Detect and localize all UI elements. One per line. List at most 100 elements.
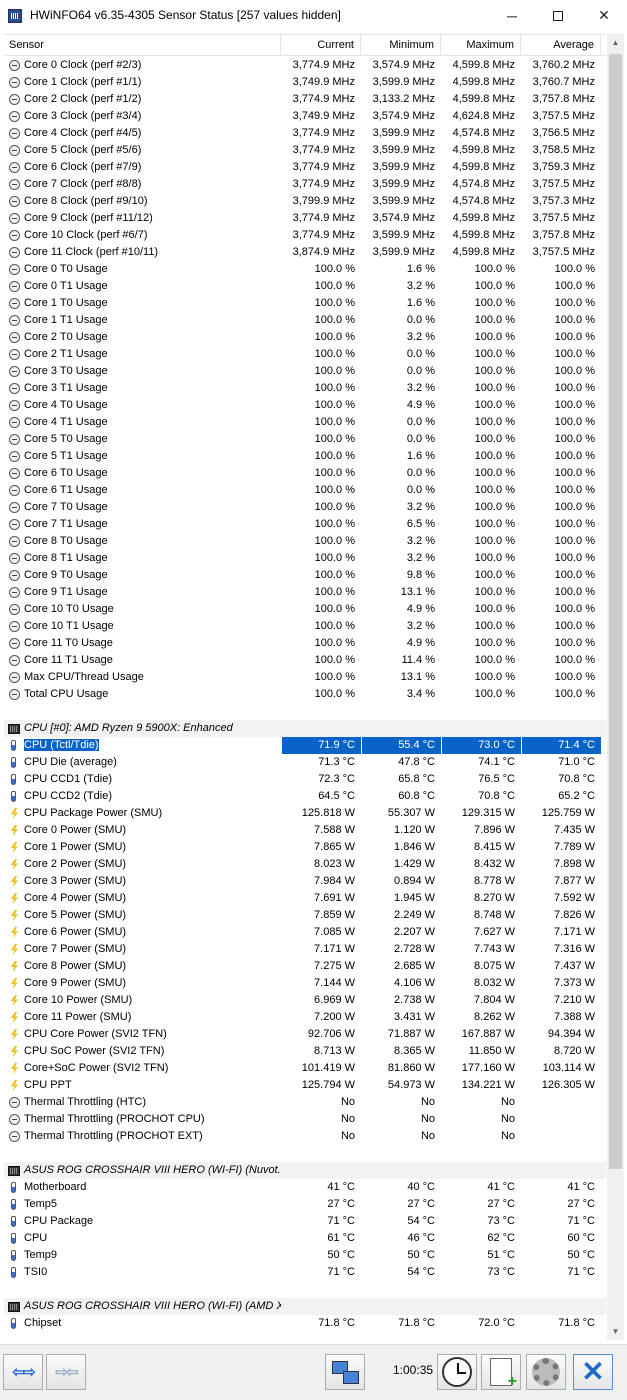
- value-max: 73.0 °C: [441, 737, 521, 754]
- sensor-row[interactable]: Core 8 Clock (perf #9/10) 3,799.9 MHz 3,59…: [4, 193, 606, 210]
- sensor-row[interactable]: Core 0 T1 Usage 100.0 % 3.2 % 100.0 % 100.0 …: [4, 278, 606, 295]
- gauge-icon: [9, 264, 20, 275]
- sensor-row[interactable]: Core 8 Power (SMU) 7.275 W 2.685 W 8.075 W 7…: [4, 958, 606, 975]
- vertical-scrollbar[interactable]: ▲ ▼: [607, 34, 624, 1340]
- sensor-row[interactable]: Core 7 Clock (perf #8/8) 3,774.9 MHz 3,599…: [4, 176, 606, 193]
- sensor-row[interactable]: Core 2 Power (SMU) 8.023 W 1.429 W 8.432 W 7…: [4, 856, 606, 873]
- sensor-row[interactable]: Temp5 27 °C 27 °C 27 °C 27 °C: [4, 1196, 606, 1213]
- sensor-row[interactable]: Core 10 Clock (perf #6/7) 3,774.9 MHz 3,59…: [4, 227, 606, 244]
- sensor-row[interactable]: Core 9 T1 Usage 100.0 % 13.1 % 100.0 % 100.0…: [4, 584, 606, 601]
- scroll-down-icon[interactable]: ▼: [607, 1323, 624, 1340]
- layout-button[interactable]: ⇨⇦: [46, 1354, 86, 1390]
- sensor-row[interactable]: TSI0 71 °C 54 °C 73 °C 71 °C: [4, 1264, 606, 1281]
- sensor-row[interactable]: Core 4 T0 Usage 100.0 % 4.9 % 100.0 % 100.0 …: [4, 397, 606, 414]
- sensor-row[interactable]: Max CPU/Thread Usage 100.0 % 13.1 % 100.0 %…: [4, 669, 606, 686]
- close-button[interactable]: ✕: [573, 1354, 613, 1390]
- sensor-row[interactable]: Core 5 Clock (perf #5/6) 3,774.9 MHz 3,599…: [4, 142, 606, 159]
- sensor-row[interactable]: Core 6 T1 Usage 100.0 % 0.0 % 100.0 % 100.0 …: [4, 482, 606, 499]
- value-min: 50 °C: [407, 1249, 435, 1261]
- sensor-row[interactable]: CPU 61 °C 46 °C 62 °C 60 °C: [4, 1230, 606, 1247]
- sensor-row[interactable]: CPU Die (average) 71.3 °C 47.8 °C 74.1 °C 71…: [4, 754, 606, 771]
- column-sensor[interactable]: Sensor: [4, 35, 281, 56]
- sensor-row[interactable]: Core 0 T0 Usage 100.0 % 1.6 % 100.0 % 100.0 …: [4, 261, 606, 278]
- sensor-row[interactable]: Core 9 T0 Usage 100.0 % 9.8 % 100.0 % 100.0 …: [4, 567, 606, 584]
- sensor-row[interactable]: Core 4 Clock (perf #4/5) 3,774.9 MHz 3,599…: [4, 125, 606, 142]
- sensor-row[interactable]: Core+SoC Power (SVI2 TFN) 101.419 W 81.860…: [4, 1060, 606, 1077]
- sensor-row[interactable]: CPU SoC Power (SVI2 TFN) 8.713 W 8.365 W 11…: [4, 1043, 606, 1060]
- maximize-button[interactable]: [535, 0, 581, 31]
- sensor-row[interactable]: Core 8 T1 Usage 100.0 % 3.2 % 100.0 % 100.0 …: [4, 550, 606, 567]
- sensor-row[interactable]: Thermal Throttling (PROCHOT EXT) No No No: [4, 1128, 606, 1145]
- sensor-name-cell: Core 2 T0 Usage: [4, 329, 281, 346]
- sensor-row[interactable]: Temp9 50 °C 50 °C 51 °C 50 °C: [4, 1247, 606, 1264]
- sensor-row[interactable]: Core 4 T1 Usage 100.0 % 0.0 % 100.0 % 100.0 …: [4, 414, 606, 431]
- close-window-button[interactable]: ✕: [581, 0, 627, 31]
- sensor-row[interactable]: Core 3 T1 Usage 100.0 % 3.2 % 100.0 % 100.0 …: [4, 380, 606, 397]
- sensor-row[interactable]: Core 1 T0 Usage 100.0 % 1.6 % 100.0 % 100.0 …: [4, 295, 606, 312]
- sensor-row[interactable]: Core 3 T0 Usage 100.0 % 0.0 % 100.0 % 100.0 …: [4, 363, 606, 380]
- sensor-row[interactable]: Core 6 T0 Usage 100.0 % 0.0 % 100.0 % 100.0 …: [4, 465, 606, 482]
- sensor-row[interactable]: Core 8 T0 Usage 100.0 % 3.2 % 100.0 % 100.0 …: [4, 533, 606, 550]
- network-button[interactable]: [325, 1354, 365, 1390]
- sensor-row[interactable]: Core 7 T1 Usage 100.0 % 6.5 % 100.0 % 100.0 …: [4, 516, 606, 533]
- sensor-group-header[interactable]: ASUS ROG CROSSHAIR VIII HERO (WI-FI) (Nu…: [4, 1162, 606, 1179]
- sensor-row[interactable]: Core 5 Power (SMU) 7.859 W 2.249 W 8.748 W 7…: [4, 907, 606, 924]
- value-min: 60.8 °C: [398, 790, 435, 802]
- sensor-row[interactable]: Core 9 Clock (perf #11/12) 3,774.9 MHz 3,5…: [4, 210, 606, 227]
- sensor-row[interactable]: Core 0 Power (SMU) 7.588 W 1.120 W 7.896 W 7…: [4, 822, 606, 839]
- close-icon: ✕: [598, 7, 610, 23]
- navigate-button[interactable]: ⇦⇨: [3, 1354, 43, 1390]
- sensor-row[interactable]: Core 1 T1 Usage 100.0 % 0.0 % 100.0 % 100.0 …: [4, 312, 606, 329]
- sensor-row[interactable]: Total CPU Usage 100.0 % 3.4 % 100.0 % 100.0 …: [4, 686, 606, 703]
- sensor-row[interactable]: Core 4 Power (SMU) 7.691 W 1.945 W 8.270 W 7…: [4, 890, 606, 907]
- sensor-row[interactable]: Core 1 Power (SMU) 7.865 W 1.846 W 8.415 W 7…: [4, 839, 606, 856]
- scroll-thumb[interactable]: [609, 54, 622, 1169]
- sensor-row[interactable]: Core 10 Power (SMU) 6.969 W 2.738 W 7.804 W…: [4, 992, 606, 1009]
- sensor-row[interactable]: Chipset 71.8 °C 71.8 °C 72.0 °C 71.8 °C: [4, 1315, 606, 1332]
- sensor-row[interactable]: Core 1 Clock (perf #1/1) 3,749.9 MHz 3,599…: [4, 74, 606, 91]
- sensor-row[interactable]: Core 6 Power (SMU) 7.085 W 2.207 W 7.627 W 7…: [4, 924, 606, 941]
- sensor-row[interactable]: Core 11 Power (SMU) 7.200 W 3.431 W 8.262 W…: [4, 1009, 606, 1026]
- sensor-row[interactable]: Core 11 T1 Usage 100.0 % 11.4 % 100.0 % 100.…: [4, 652, 606, 669]
- sensor-label: Total CPU Usage: [24, 688, 109, 700]
- sensor-row[interactable]: Core 7 Power (SMU) 7.171 W 2.728 W 7.743 W 7…: [4, 941, 606, 958]
- sensor-row[interactable]: Thermal Throttling (HTC) No No No: [4, 1094, 606, 1111]
- column-minimum[interactable]: Minimum: [361, 35, 441, 56]
- sensor-row[interactable]: Motherboard 41 °C 40 °C 41 °C 41 °C: [4, 1179, 606, 1196]
- sensor-group-header[interactable]: ASUS ROG CROSSHAIR VIII HERO (WI-FI) (AM…: [4, 1298, 606, 1315]
- reset-clock-button[interactable]: [437, 1354, 477, 1390]
- sensor-row[interactable]: CPU PPT 125.794 W 54.973 W 134.221 W 126.305…: [4, 1077, 606, 1094]
- sensor-row[interactable]: Core 11 T0 Usage 100.0 % 4.9 % 100.0 % 100.0…: [4, 635, 606, 652]
- sensor-group-header[interactable]: CPU [#0]: AMD Ryzen 9 5900X: Enhanced: [4, 720, 606, 737]
- sensor-row[interactable]: Core 3 Clock (perf #3/4) 3,749.9 MHz 3,574…: [4, 108, 606, 125]
- sensor-row[interactable]: Thermal Throttling (PROCHOT CPU) No No No: [4, 1111, 606, 1128]
- sensor-row[interactable]: Core 10 T1 Usage 100.0 % 3.2 % 100.0 % 100.0…: [4, 618, 606, 635]
- sensor-row[interactable]: CPU (Tctl/Tdie) 71.9 °C 55.4 °C 73.0 °C 71.4…: [4, 737, 606, 754]
- sensor-row[interactable]: Core 7 T0 Usage 100.0 % 3.2 % 100.0 % 100.0 …: [4, 499, 606, 516]
- sensor-row[interactable]: Core 6 Clock (perf #7/9) 3,774.9 MHz 3,599…: [4, 159, 606, 176]
- sensor-row[interactable]: CPU Package Power (SMU) 125.818 W 55.307 W…: [4, 805, 606, 822]
- logging-button[interactable]: [481, 1354, 521, 1391]
- scroll-up-icon[interactable]: ▲: [607, 34, 624, 51]
- sensor-row[interactable]: CPU CCD1 (Tdie) 72.3 °C 65.8 °C 76.5 °C 70.8…: [4, 771, 606, 788]
- sensor-row[interactable]: Core 0 Clock (perf #2/3) 3,774.9 MHz 3,574…: [4, 57, 606, 74]
- sensor-row[interactable]: Core 3 Power (SMU) 7.984 W 0.894 W 8.778 W 7…: [4, 873, 606, 890]
- sensor-row[interactable]: Core 10 T0 Usage 100.0 % 4.9 % 100.0 % 100.0…: [4, 601, 606, 618]
- sensor-name-cell: CPU Core Power (SVI2 TFN): [4, 1026, 281, 1043]
- column-average[interactable]: Average: [521, 35, 601, 56]
- sensor-row[interactable]: CPU CCD2 (Tdie) 64.5 °C 60.8 °C 70.8 °C 65.2…: [4, 788, 606, 805]
- sensor-row[interactable]: Core 2 Clock (perf #1/2) 3,774.9 MHz 3,133…: [4, 91, 606, 108]
- sensor-row[interactable]: Core 2 T1 Usage 100.0 % 0.0 % 100.0 % 100.0 …: [4, 346, 606, 363]
- sensor-row[interactable]: Core 5 T0 Usage 100.0 % 0.0 % 100.0 % 100.0 …: [4, 431, 606, 448]
- sensor-row[interactable]: Core 2 T0 Usage 100.0 % 3.2 % 100.0 % 100.0 …: [4, 329, 606, 346]
- sensor-row[interactable]: Core 11 Clock (perf #10/11) 3,874.9 MHz 3,…: [4, 244, 606, 261]
- settings-button[interactable]: [526, 1354, 566, 1390]
- sensor-row[interactable]: CPU Core Power (SVI2 TFN) 92.706 W 71.887 …: [4, 1026, 606, 1043]
- value-min: 2.249 W: [394, 909, 435, 921]
- sensor-row[interactable]: Core 9 Power (SMU) 7.144 W 4.106 W 8.032 W 7…: [4, 975, 606, 992]
- column-current[interactable]: Current: [281, 35, 361, 56]
- column-maximum[interactable]: Maximum: [441, 35, 521, 56]
- sensor-row[interactable]: CPU Package 71 °C 54 °C 73 °C 71 °C: [4, 1213, 606, 1230]
- sensor-row[interactable]: Core 5 T1 Usage 100.0 % 1.6 % 100.0 % 100.0 …: [4, 448, 606, 465]
- minimize-button[interactable]: ─: [489, 0, 535, 31]
